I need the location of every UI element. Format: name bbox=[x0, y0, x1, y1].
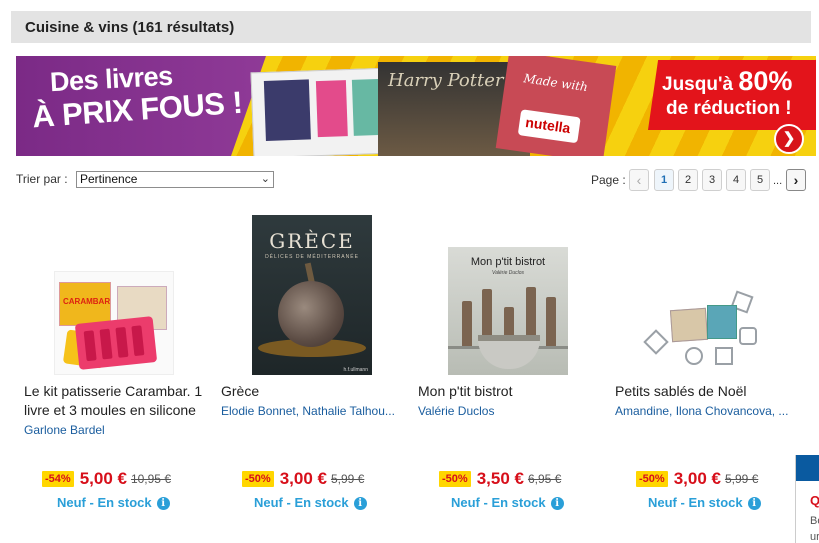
product-cover-image[interactable]: Mon p'tit bistrot Valérie Duclos bbox=[448, 247, 568, 375]
category-title: Cuisine & vins (161 résultats) bbox=[25, 19, 235, 36]
product-price: 3,00 € bbox=[279, 469, 327, 488]
product-author[interactable]: Valérie Duclos bbox=[418, 404, 606, 418]
banner-headline-panel: Des livres À PRIX FOUS ! bbox=[16, 56, 266, 156]
category-header: Cuisine & vins (161 résultats) bbox=[11, 11, 811, 43]
banner-next-button[interactable]: ❯ bbox=[774, 124, 804, 154]
banner-discount-percent: 80% bbox=[738, 66, 793, 96]
stock-status-label: Neuf - En stock bbox=[451, 495, 546, 510]
page: Cuisine & vins (161 résultats) Des livre… bbox=[0, 0, 819, 543]
stock-status: Neuf - En stock i bbox=[451, 495, 564, 510]
side-widget-text-line1: Bo bbox=[810, 515, 819, 527]
pagination-ellipsis: ... bbox=[773, 175, 783, 187]
info-icon[interactable]: i bbox=[353, 497, 367, 510]
product-title[interactable]: Petits sablés de Noël bbox=[615, 382, 803, 401]
pagination-page-2[interactable]: 2 bbox=[678, 169, 698, 191]
discount-badge: -50% bbox=[242, 471, 274, 487]
cover-title: Mon p'tit bistrot bbox=[470, 256, 546, 268]
product-title[interactable]: Le kit patisserie Carambar. 1 livre et 3… bbox=[24, 382, 212, 420]
side-widget-text-line2: ur bbox=[810, 531, 819, 543]
cover-title: GRÈCE bbox=[269, 229, 355, 253]
side-widget[interactable]: Q Bo ur bbox=[795, 455, 819, 543]
product-card: GRÈCE DÉLICES DE MÉDITERRANÉE h.f.ullman… bbox=[221, 210, 411, 510]
sort-select[interactable]: Pertinence ⌄ bbox=[76, 171, 274, 188]
banner-discount-panel: Jusqu'à 80% de réduction ! bbox=[648, 60, 816, 130]
pagination-page-5[interactable]: 5 bbox=[750, 169, 770, 191]
product-old-price: 10,95 € bbox=[130, 472, 171, 486]
product-card: Mon p'tit bistrot Valérie Duclos Mon p't… bbox=[418, 210, 608, 510]
product-price-row: -54% 5,00 €10,95 € bbox=[42, 469, 171, 491]
product-title[interactable]: Mon p'tit bistrot bbox=[418, 382, 606, 401]
product-cover-image[interactable]: CARAMBAR bbox=[54, 271, 174, 375]
stock-status-label: Neuf - En stock bbox=[254, 495, 349, 510]
side-widget-heading: Q bbox=[810, 493, 819, 508]
product-price: 3,50 € bbox=[476, 469, 524, 488]
info-icon[interactable]: i bbox=[747, 497, 761, 510]
side-widget-header[interactable] bbox=[796, 455, 819, 481]
banner-discount-prefix: Jusqu'à bbox=[662, 74, 739, 95]
product-author[interactable]: Amandine, Ilona Chovancova, ... bbox=[615, 404, 803, 418]
product-card: CARAMBAR Le kit patisserie Carambar. 1 l… bbox=[24, 210, 214, 510]
stock-status: Neuf - En stock i bbox=[57, 495, 170, 510]
pagination-page-4[interactable]: 4 bbox=[726, 169, 746, 191]
pagination-page-1[interactable]: 1 bbox=[654, 169, 674, 191]
product-old-price: 5,99 € bbox=[724, 472, 759, 486]
product-author[interactable]: Garlone Bardel bbox=[24, 423, 212, 437]
product-price: 5,00 € bbox=[79, 469, 127, 488]
product-cover-image[interactable] bbox=[643, 287, 768, 375]
stock-status-label: Neuf - En stock bbox=[57, 495, 152, 510]
product-old-price: 5,99 € bbox=[330, 472, 365, 486]
stock-status-label: Neuf - En stock bbox=[648, 495, 743, 510]
product-title[interactable]: Grèce bbox=[221, 382, 409, 401]
product-price: 3,00 € bbox=[673, 469, 721, 488]
cover-subtitle: Valérie Duclos bbox=[491, 270, 525, 276]
banner-book-voyage bbox=[250, 67, 392, 156]
banner-book-nutella-brand: nutella bbox=[524, 113, 572, 137]
banner-book-harry-potter-title: Harry Potter bbox=[388, 70, 504, 91]
product-author[interactable]: Elodie Bonnet, Nathalie Talhou... bbox=[221, 404, 409, 418]
banner-book-nutella-text: Made with bbox=[522, 71, 589, 95]
info-icon[interactable]: i bbox=[550, 497, 564, 510]
discount-badge: -54% bbox=[42, 471, 74, 487]
product-price-row: -50% 3,00 €5,99 € bbox=[636, 469, 758, 491]
product-price-row: -50% 3,50 €6,95 € bbox=[439, 469, 561, 491]
chevron-down-icon: ⌄ bbox=[260, 173, 270, 185]
banner-book-nutella: Made with nutella bbox=[495, 56, 617, 156]
cover-subtitle: DÉLICES DE MÉDITERRANÉE bbox=[265, 254, 359, 260]
sort-selected-value: Pertinence bbox=[80, 172, 138, 186]
pagination-prev-button[interactable]: ‹ bbox=[629, 169, 649, 191]
product-price-row: -50% 3,00 €5,99 € bbox=[242, 469, 364, 491]
info-icon[interactable]: i bbox=[156, 497, 170, 510]
pagination-page-3[interactable]: 3 bbox=[702, 169, 722, 191]
cover-publisher: h.f.ullmann bbox=[343, 367, 368, 373]
stock-status: Neuf - En stock i bbox=[648, 495, 761, 510]
product-cover-image[interactable]: GRÈCE DÉLICES DE MÉDITERRANÉE h.f.ullman… bbox=[252, 215, 372, 375]
promo-banner[interactable]: Des livres À PRIX FOUS ! Harry Potter Ma… bbox=[16, 56, 816, 156]
pagination-next-button[interactable]: › bbox=[786, 169, 806, 191]
discount-badge: -50% bbox=[439, 471, 471, 487]
banner-discount-line2: de réduction ! bbox=[666, 98, 792, 119]
cover-brand-text: CARAMBAR bbox=[63, 297, 111, 306]
pagination-label: Page : bbox=[591, 173, 626, 187]
product-old-price: 6,95 € bbox=[527, 472, 562, 486]
stock-status: Neuf - En stock i bbox=[254, 495, 367, 510]
discount-badge: -50% bbox=[636, 471, 668, 487]
sort-label: Trier par : bbox=[16, 172, 68, 186]
product-card: Petits sablés de Noël Amandine, Ilona Ch… bbox=[615, 210, 805, 510]
